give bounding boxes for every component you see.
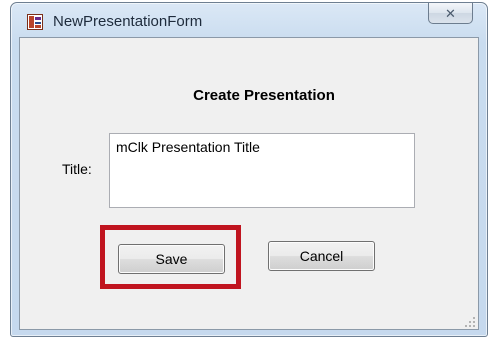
form-heading: Create Presentation [193,87,335,104]
close-button[interactable]: ✕ [428,3,473,24]
dialog-client-area: Create Presentation Title: mClk Presenta… [19,37,479,330]
title-label: Title: [62,161,92,177]
cancel-button[interactable]: Cancel [268,241,375,271]
window-title: NewPresentationForm [53,13,203,30]
title-bar[interactable]: NewPresentationForm ✕ [11,3,487,37]
dialog-window: NewPresentationForm ✕ Create Presentatio… [10,2,488,337]
app-icon [27,14,43,30]
close-icon: ✕ [445,5,456,21]
title-input[interactable]: mClk Presentation Title [109,133,415,208]
save-button[interactable]: Save [118,244,225,274]
resize-grip-icon[interactable] [464,315,476,327]
